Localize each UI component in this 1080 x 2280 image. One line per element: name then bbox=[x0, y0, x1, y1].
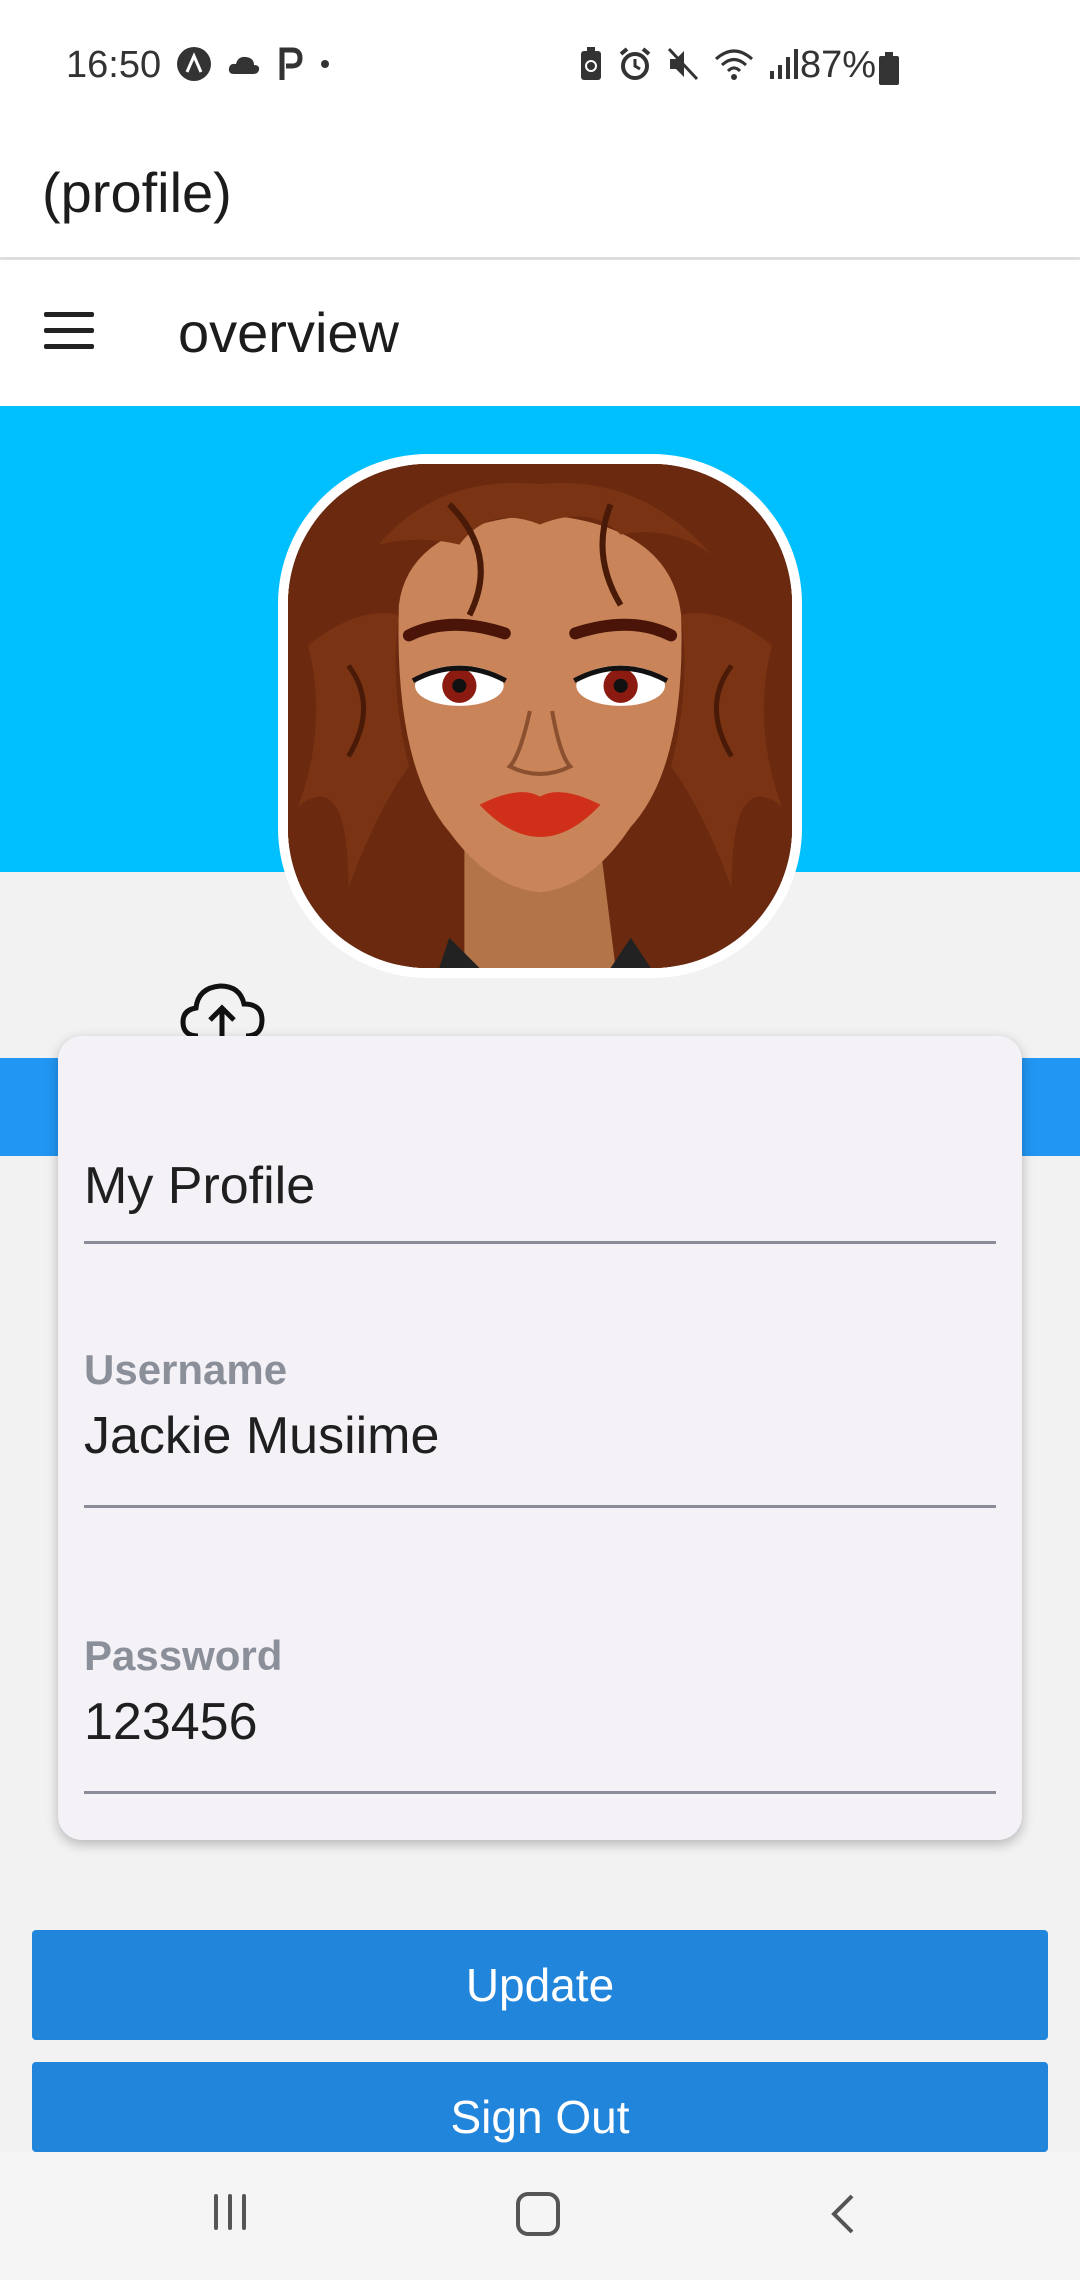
battery-saver-icon bbox=[581, 47, 601, 80]
back-icon[interactable] bbox=[824, 2192, 864, 2236]
recent-apps-icon[interactable] bbox=[214, 2194, 258, 2234]
status-bar: 16:50 87% bbox=[0, 0, 1080, 134]
status-right-icons bbox=[578, 46, 798, 82]
screen: 16:50 87% (profile) overview My Profile … bbox=[0, 0, 1080, 2280]
parking-p-icon bbox=[279, 47, 303, 80]
password-field[interactable]: Password 123456 bbox=[84, 1592, 996, 1794]
password-value[interactable]: 123456 bbox=[84, 1692, 996, 1752]
battery-percent: 87% bbox=[800, 44, 877, 86]
profile-heading: My Profile bbox=[84, 1157, 316, 1215]
username-field[interactable]: Username Jackie Musiime bbox=[84, 1306, 996, 1508]
update-button[interactable]: Update bbox=[32, 1930, 1048, 2040]
notification-a-icon bbox=[177, 47, 211, 81]
weather-cloud-icon bbox=[228, 56, 260, 74]
wifi-icon bbox=[715, 49, 753, 80]
drawer-bar: overview bbox=[0, 260, 1080, 406]
status-time: 16:50 bbox=[66, 44, 162, 86]
profile-card: My Profile Username Jackie Musiime Passw… bbox=[58, 1036, 1022, 1840]
sign-out-button[interactable]: Sign Out bbox=[32, 2062, 1048, 2152]
page-title: (profile) bbox=[42, 161, 232, 224]
battery-icon bbox=[879, 52, 899, 85]
password-label: Password bbox=[84, 1632, 283, 1679]
app-header: (profile) bbox=[0, 134, 1080, 258]
avatar[interactable] bbox=[278, 454, 802, 978]
system-nav-bar bbox=[0, 2152, 1080, 2280]
alarm-icon bbox=[619, 47, 651, 80]
profile-heading-field: My Profile bbox=[84, 1120, 996, 1244]
username-label: Username bbox=[84, 1346, 288, 1393]
avatar-illustration bbox=[288, 464, 792, 968]
username-value[interactable]: Jackie Musiime bbox=[84, 1406, 996, 1466]
home-icon[interactable] bbox=[516, 2192, 560, 2236]
mute-icon bbox=[667, 47, 699, 81]
drawer-title: overview bbox=[178, 301, 399, 364]
signal-icon bbox=[770, 49, 798, 79]
dot-icon bbox=[321, 60, 329, 68]
hamburger-menu-icon[interactable] bbox=[44, 312, 94, 352]
status-left-icons bbox=[176, 46, 332, 82]
cloud-upload-icon[interactable] bbox=[180, 980, 266, 1042]
avatar-image bbox=[288, 464, 792, 968]
